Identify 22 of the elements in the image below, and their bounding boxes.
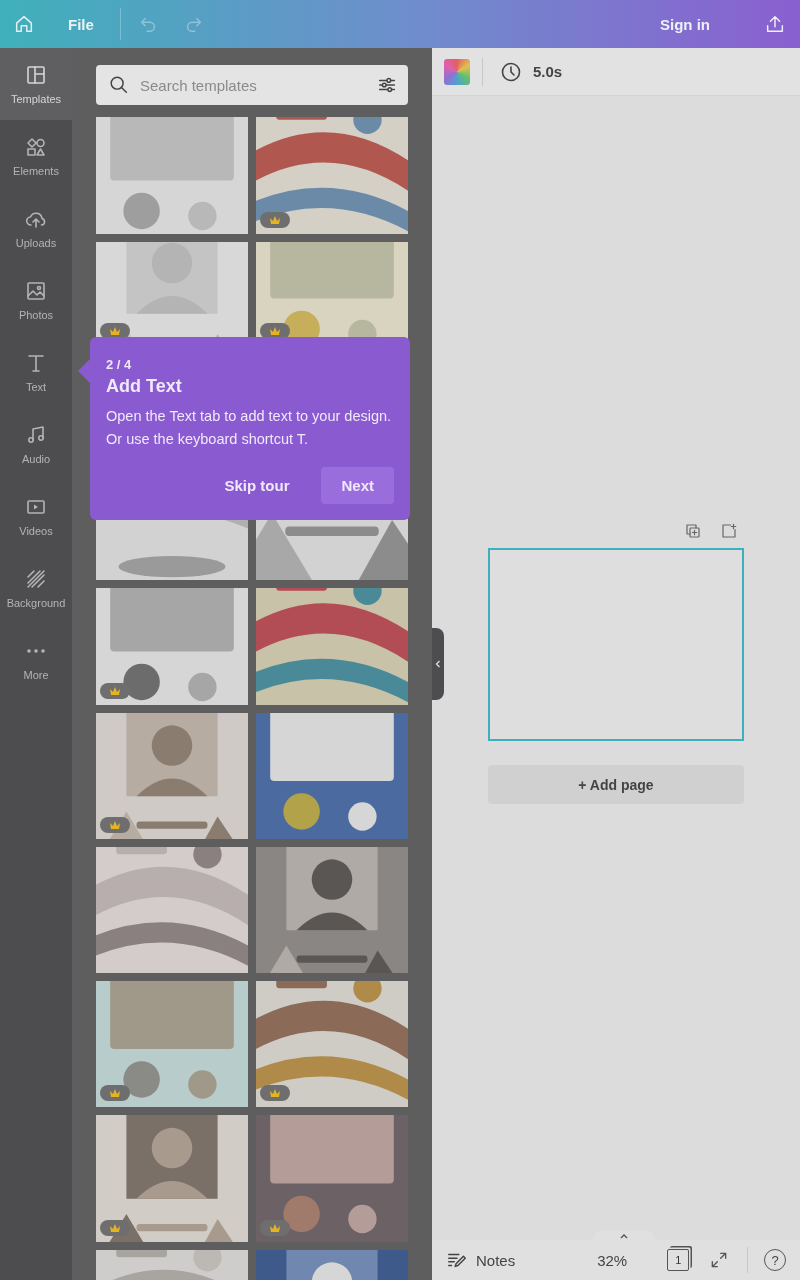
sidebar-item[interactable]: Background bbox=[0, 552, 72, 624]
sidebar-item[interactable]: Uploads bbox=[0, 192, 72, 264]
sign-in-button[interactable]: Sign in bbox=[648, 9, 722, 39]
tooltip-title: Add Text bbox=[106, 376, 183, 397]
sidebar-item[interactable]: More bbox=[0, 624, 72, 696]
duration-button[interactable]: 5.0s bbox=[495, 55, 567, 88]
page-count-button[interactable]: 1 bbox=[667, 1249, 690, 1271]
sidebar-item[interactable]: Elements bbox=[0, 120, 72, 192]
tooltip-text: Open the Text tab to add text to your design. Or use the keyboard shortcut T. bbox=[106, 407, 393, 449]
add-page-button[interactable]: + Add page bbox=[488, 765, 744, 804]
skip-tour-button[interactable]: Skip tour bbox=[206, 467, 308, 504]
next-button[interactable]: Next bbox=[321, 467, 394, 504]
search-field[interactable]: Search templates bbox=[96, 65, 408, 105]
sidebar-item[interactable]: Text bbox=[0, 336, 72, 408]
sidebar-item[interactable]: Templates bbox=[0, 48, 72, 120]
file-menu[interactable]: File bbox=[56, 9, 106, 39]
notes-button[interactable]: Notes bbox=[446, 1249, 516, 1271]
sidebar-item[interactable]: Photos bbox=[0, 264, 72, 336]
step-counter: 2 / 4 bbox=[106, 357, 133, 372]
sidebar-item[interactable]: Videos bbox=[0, 480, 72, 552]
zoom-level-button[interactable]: 32% bbox=[597, 1251, 628, 1269]
sidebar-item[interactable]: Audio bbox=[0, 408, 72, 480]
